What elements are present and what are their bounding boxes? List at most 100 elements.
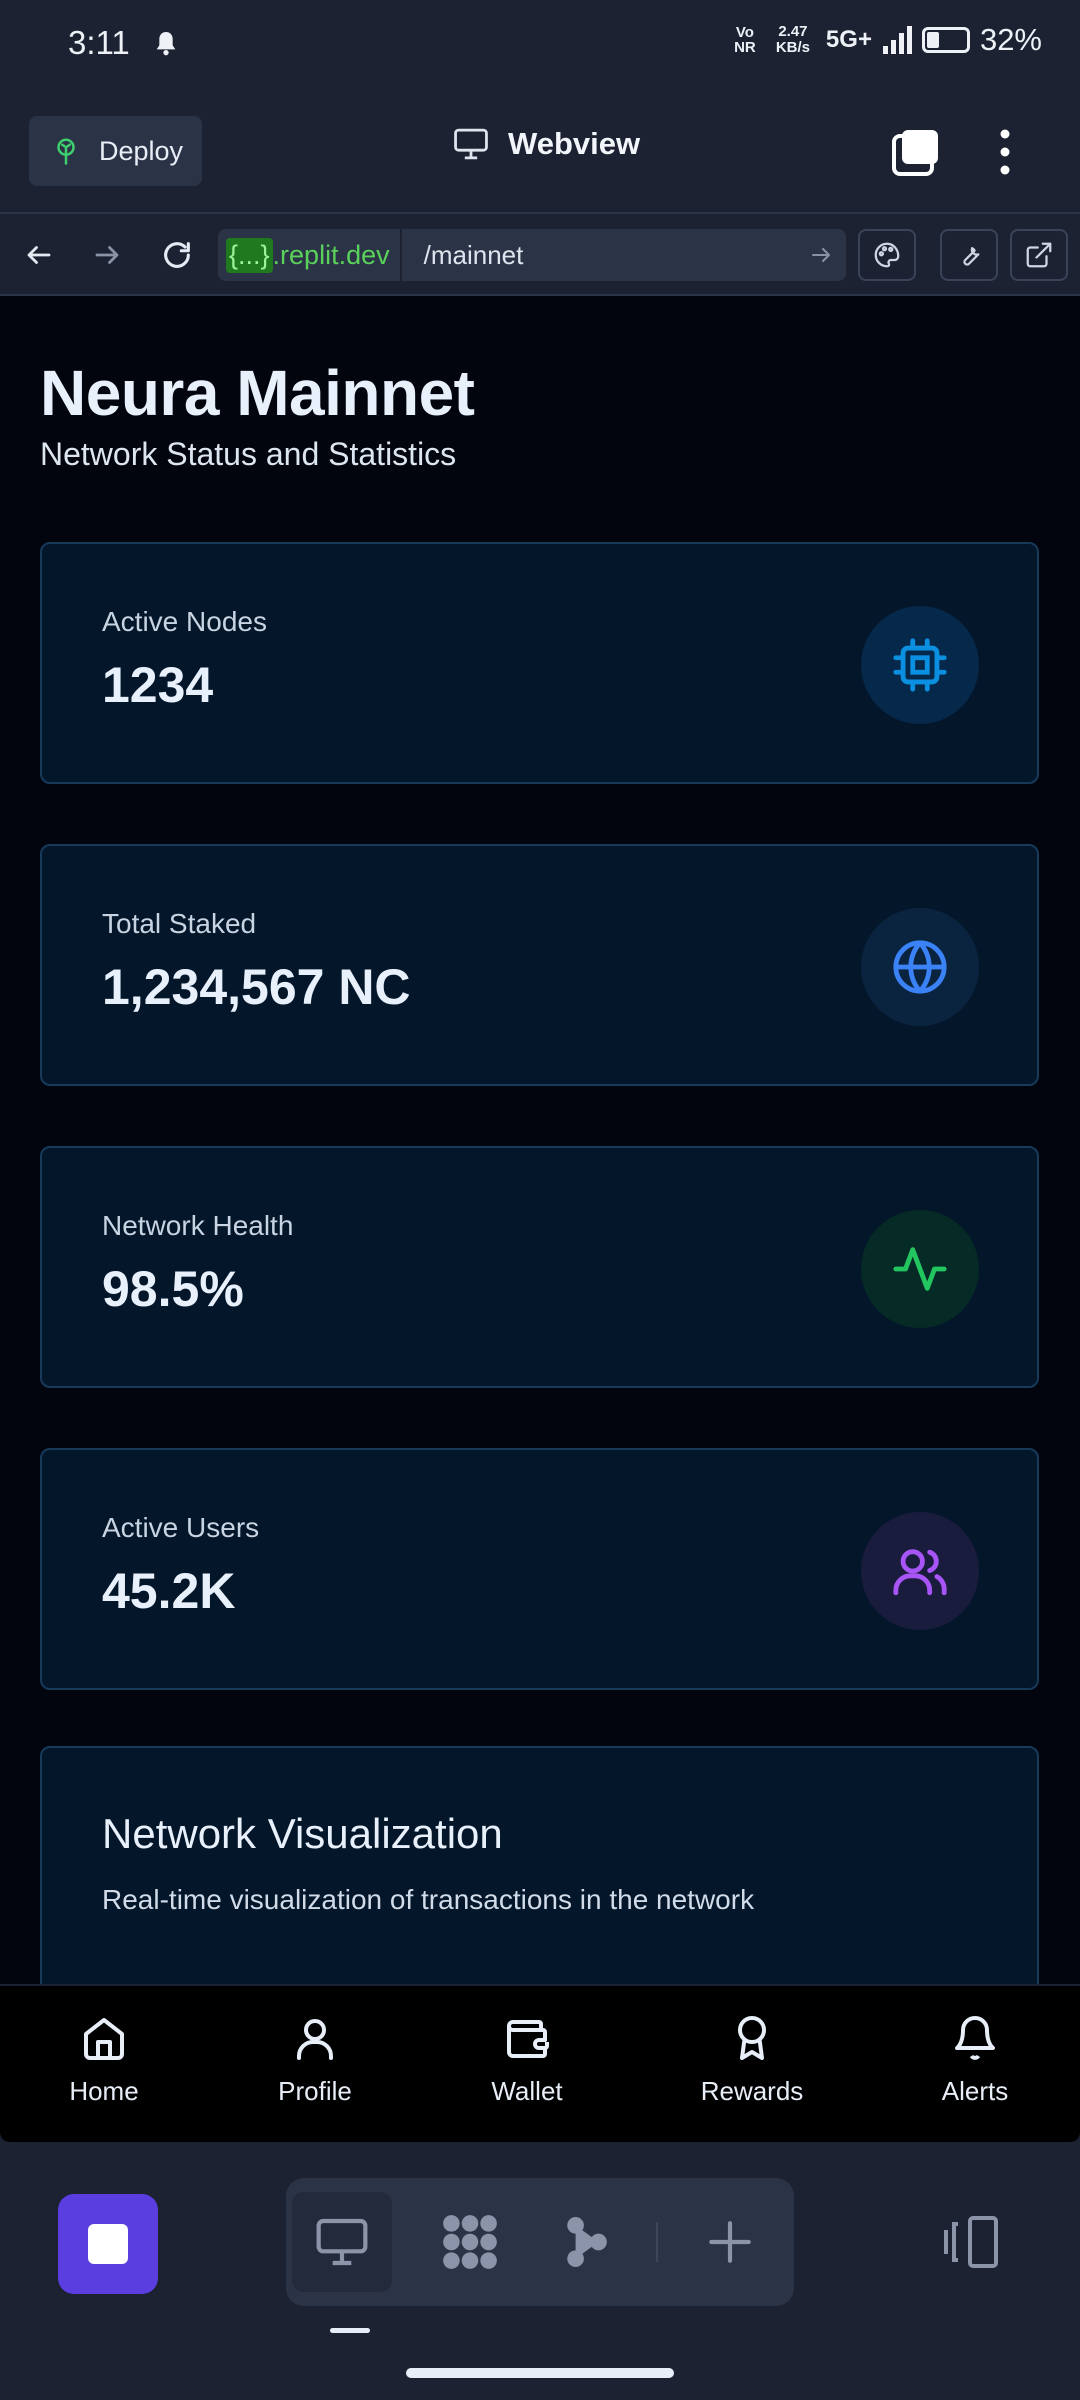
- reload-button[interactable]: [154, 232, 200, 278]
- volte-indicator: Vo NR: [734, 24, 756, 56]
- stat-label: Active Users: [102, 1512, 260, 1543]
- agent-tool-button[interactable]: [420, 2192, 520, 2292]
- network-visualization-card: Network Visualization Real-time visualiz…: [40, 1746, 1039, 1984]
- url-toolbar: {...} .replit.dev /mainnet: [0, 214, 1080, 296]
- reload-icon: [164, 242, 190, 268]
- url-field[interactable]: {...} .replit.dev /mainnet: [218, 229, 846, 281]
- status-indicators: Vo NR 2.47 KB/s 5G+ 32%: [730, 22, 1042, 58]
- user-icon: [297, 2019, 333, 2060]
- monitor-icon: [454, 128, 488, 160]
- back-button[interactable]: [16, 232, 62, 278]
- deploy-icon: [57, 138, 75, 165]
- network-speed-unit: KB/s: [775, 39, 811, 56]
- add-tool-button[interactable]: [680, 2192, 780, 2292]
- tabs-icon[interactable]: [890, 126, 942, 178]
- dots-grid-icon: [443, 2215, 497, 2269]
- stat-value: 45.2K: [102, 1563, 236, 1619]
- git-tool-button[interactable]: [536, 2192, 636, 2292]
- notification-bell-icon: [156, 32, 176, 56]
- webview-tab-title: Webview: [452, 126, 640, 162]
- devtools-button[interactable]: [940, 229, 998, 281]
- stat-label: Total Staked: [102, 908, 257, 939]
- stat-icon-container: [861, 1512, 979, 1630]
- external-link-icon: [1026, 242, 1052, 268]
- url-domain-prefix: {...}: [226, 237, 273, 273]
- url-domain-suffix: .replit.dev: [272, 239, 390, 270]
- network-speed: 2.47 KB/s: [770, 24, 816, 56]
- monitor-icon: [316, 2218, 368, 2266]
- deploy-button[interactable]: Deploy: [29, 116, 202, 186]
- nav-item-profile[interactable]: Profile: [245, 2014, 385, 2107]
- activity-icon: [893, 1247, 947, 1291]
- page-title: Neura Mainnet: [40, 357, 475, 429]
- open-external-button[interactable]: [1010, 229, 1068, 281]
- page-subtitle: Network Status and Statistics: [40, 436, 457, 472]
- visualization-title: Network Visualization: [102, 1810, 503, 1857]
- stat-label: Network Health: [102, 1210, 294, 1241]
- stat-icon-container: [861, 606, 979, 724]
- stat-label: Active Nodes: [102, 606, 267, 637]
- tool-separator: [656, 2222, 658, 2262]
- arrow-right-icon: [812, 248, 830, 262]
- status-time: 3:11: [68, 24, 130, 61]
- nav-label: Profile: [278, 2076, 352, 2106]
- bottom-navigation: Home Profile Wallet Rewards Alerts: [0, 1984, 1080, 2142]
- deploy-label: Deploy: [99, 135, 184, 166]
- panel-toggle-icon[interactable]: [940, 2212, 1000, 2272]
- home-indicator[interactable]: [406, 2368, 674, 2378]
- arrow-right-icon: [95, 246, 119, 264]
- stat-icon-container: [861, 908, 979, 1026]
- nav-item-wallet[interactable]: Wallet: [457, 2014, 597, 2107]
- cpu-icon: [893, 638, 947, 692]
- plus-icon: [709, 2221, 751, 2263]
- wallet-icon: [507, 2020, 549, 2058]
- globe-icon: [893, 940, 947, 994]
- url-domain: {...} .replit.dev: [218, 229, 402, 281]
- arrow-left-icon: [27, 246, 51, 264]
- status-bar: 3:11 Vo NR 2.47 KB/s 5G+ 32%: [0, 0, 1080, 88]
- palette-icon: [874, 242, 900, 268]
- webview-label: Webview: [508, 126, 641, 161]
- stop-icon: [88, 2224, 128, 2264]
- webview-content: Neura Mainnet Network Status and Statist…: [0, 296, 1080, 1984]
- stat-value: 1234: [102, 657, 214, 713]
- stop-button[interactable]: [58, 2194, 158, 2294]
- nav-label: Home: [69, 2076, 139, 2106]
- app-header: Deploy Webview: [0, 88, 1080, 214]
- nav-item-home[interactable]: Home: [34, 2014, 174, 2107]
- forward-button[interactable]: [84, 232, 130, 278]
- battery-percentage: 32%: [979, 22, 1042, 57]
- url-go-button[interactable]: [796, 229, 846, 281]
- battery-fill: [926, 32, 939, 48]
- signal-icon: [882, 26, 912, 54]
- network-speed-value: 2.47: [778, 23, 808, 40]
- stat-value: 98.5%: [102, 1261, 244, 1317]
- nav-label: Alerts: [941, 2076, 1009, 2106]
- stat-card-network-health: Network Health 98.5%: [40, 1146, 1039, 1388]
- stat-card-total-staked: Total Staked 1,234,567 NC: [40, 844, 1039, 1086]
- award-icon: [738, 2016, 766, 2060]
- nav-item-alerts[interactable]: Alerts: [905, 2014, 1045, 2107]
- nav-label: Wallet: [491, 2076, 563, 2106]
- stat-icon-container: [861, 1210, 979, 1328]
- url-path[interactable]: /mainnet: [402, 240, 796, 271]
- stat-value: 1,234,567 NC: [102, 959, 411, 1015]
- tool-group: [286, 2178, 794, 2306]
- stat-card-active-users: Active Users 45.2K: [40, 1448, 1039, 1690]
- visualization-description: Real-time visualization of transactions …: [102, 1884, 755, 1915]
- theme-button[interactable]: [858, 229, 916, 281]
- wrench-icon: [963, 247, 980, 266]
- users-icon: [893, 1549, 947, 1596]
- active-tool-indicator: [330, 2328, 370, 2333]
- nav-item-rewards[interactable]: Rewards: [682, 2014, 822, 2107]
- webview-tool-button[interactable]: [292, 2192, 392, 2292]
- replit-bottom-bar: [0, 2142, 1080, 2400]
- battery-icon: [921, 27, 970, 53]
- home-icon: [84, 2018, 124, 2060]
- nav-label: Rewards: [700, 2076, 804, 2106]
- network-type: 5G+: [825, 26, 872, 53]
- bell-icon: [955, 2016, 995, 2060]
- more-menu-icon[interactable]: [990, 126, 1020, 178]
- branch-icon: [567, 2217, 607, 2267]
- stat-card-active-nodes: Active Nodes 1234: [40, 542, 1039, 784]
